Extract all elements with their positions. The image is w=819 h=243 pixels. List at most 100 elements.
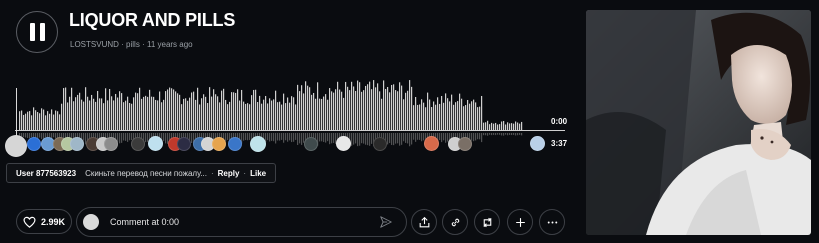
- waveform-bar: [201, 98, 203, 131]
- waveform-bar: [421, 99, 423, 131]
- waveform-bar: [347, 86, 349, 131]
- comment-avatar[interactable]: [104, 137, 118, 151]
- waveform-reflection-bar: [415, 133, 417, 142]
- comment-user[interactable]: User 877563923: [16, 169, 76, 178]
- waveform-bar: [223, 88, 225, 131]
- comment-avatar[interactable]: [424, 136, 439, 151]
- share-button[interactable]: [411, 209, 437, 235]
- waveform-bar: [33, 107, 35, 131]
- comment-avatar[interactable]: [304, 137, 318, 151]
- waveform-bar: [257, 102, 259, 131]
- waveform-bar: [471, 101, 473, 131]
- waveform-reflection-bar: [475, 133, 477, 141]
- tag-link[interactable]: pills: [126, 40, 140, 49]
- send-icon[interactable]: [379, 215, 393, 229]
- waveform-bar: [495, 122, 497, 131]
- pause-button[interactable]: [16, 11, 58, 53]
- waveform-bar: [339, 89, 341, 131]
- waveform-reflection-bar: [499, 133, 501, 135]
- waveform-bar: [473, 99, 475, 131]
- waveform-bar: [237, 89, 239, 131]
- like-comment-link[interactable]: Like: [250, 169, 266, 178]
- comment-avatar[interactable]: [458, 137, 472, 151]
- comment-avatar[interactable]: [177, 137, 191, 151]
- waveform-bar: [455, 102, 457, 131]
- waveform-bar: [149, 89, 151, 131]
- comment-avatar[interactable]: [148, 136, 163, 151]
- waveform-bar: [393, 84, 395, 131]
- waveform-reflection-bar: [441, 133, 443, 143]
- waveform-reflection-bar: [399, 133, 401, 146]
- comment-avatar[interactable]: [70, 137, 84, 151]
- comment-avatar[interactable]: [530, 136, 545, 151]
- waveform-reflection-bar: [127, 133, 129, 142]
- waveform-bar: [239, 100, 241, 131]
- waveform-bar: [241, 89, 243, 131]
- waveform-bar: [355, 90, 357, 131]
- more-button[interactable]: [539, 209, 565, 235]
- waveform-reflection-bar: [27, 133, 29, 139]
- waveform-bar: [123, 102, 125, 131]
- link-icon: [451, 218, 459, 226]
- copy-link-button[interactable]: [442, 209, 468, 235]
- comment-avatar[interactable]: [131, 137, 145, 151]
- waveform-reflection-bar: [493, 133, 495, 135]
- waveform-bar: [491, 122, 493, 131]
- add-to-playlist-button[interactable]: [507, 209, 533, 235]
- waveform[interactable]: [15, 60, 565, 131]
- waveform-bar: [517, 122, 519, 131]
- waveform-bar: [405, 92, 407, 131]
- comment-avatar[interactable]: [373, 137, 387, 151]
- waveform-bar: [373, 80, 375, 131]
- comment-avatar[interactable]: [212, 137, 226, 151]
- waveform-bar: [165, 91, 167, 131]
- waveform-bar: [127, 96, 129, 131]
- reply-link[interactable]: Reply: [218, 169, 240, 178]
- comment-avatar[interactable]: [5, 135, 27, 157]
- waveform-bar: [69, 96, 71, 131]
- waveform-bar: [207, 103, 209, 131]
- waveform-bar: [235, 92, 237, 131]
- waveform-reflection-bar: [439, 133, 441, 141]
- waveform-bar: [283, 93, 285, 131]
- waveform-reflection-bar: [395, 133, 397, 144]
- waveform-bar: [297, 84, 299, 131]
- waveform-bar: [115, 93, 117, 131]
- like-button[interactable]: 2.99K: [16, 209, 72, 234]
- waveform-bar: [181, 104, 183, 131]
- waveform-bar: [453, 104, 455, 131]
- waveform-reflection-bar: [129, 133, 131, 141]
- waveform-reflection-bar: [391, 133, 393, 145]
- comment-avatar[interactable]: [336, 136, 351, 151]
- waveform-bar: [335, 89, 337, 131]
- waveform-bar: [71, 87, 73, 131]
- waveform-bar: [489, 124, 491, 131]
- waveform-bar: [313, 92, 315, 131]
- waveform-bar: [209, 87, 211, 131]
- waveform-reflection-bar: [327, 133, 329, 142]
- waveform-bar: [253, 89, 255, 131]
- waveform-reflection-bar: [403, 133, 405, 142]
- comment-avatar[interactable]: [250, 136, 266, 152]
- artist-link[interactable]: LOSTSVUND: [70, 40, 119, 49]
- repost-button[interactable]: [474, 209, 500, 235]
- track-artwork[interactable]: [586, 10, 811, 235]
- waveform-bar: [341, 91, 343, 131]
- user-avatar: [83, 214, 99, 230]
- waveform-bar: [103, 103, 105, 131]
- comment-input[interactable]: [108, 216, 372, 228]
- waveform-bar: [419, 104, 421, 131]
- waveform-reflection-bar: [325, 133, 327, 143]
- waveform-bar: [467, 99, 469, 131]
- waveform-reflection-bar: [23, 133, 25, 138]
- waveform-bar: [143, 96, 145, 131]
- waveform-bar: [221, 90, 223, 131]
- track-meta: LOSTSVUND · pills · 11 years ago: [70, 40, 193, 49]
- waveform-bar: [21, 110, 23, 131]
- waveform-reflection-bar: [521, 133, 523, 136]
- comment-input-box[interactable]: [76, 207, 407, 237]
- waveform-bar: [245, 103, 247, 131]
- waveform-bar: [383, 80, 385, 131]
- comment-avatar[interactable]: [228, 137, 242, 151]
- comment-avatar[interactable]: [27, 137, 41, 151]
